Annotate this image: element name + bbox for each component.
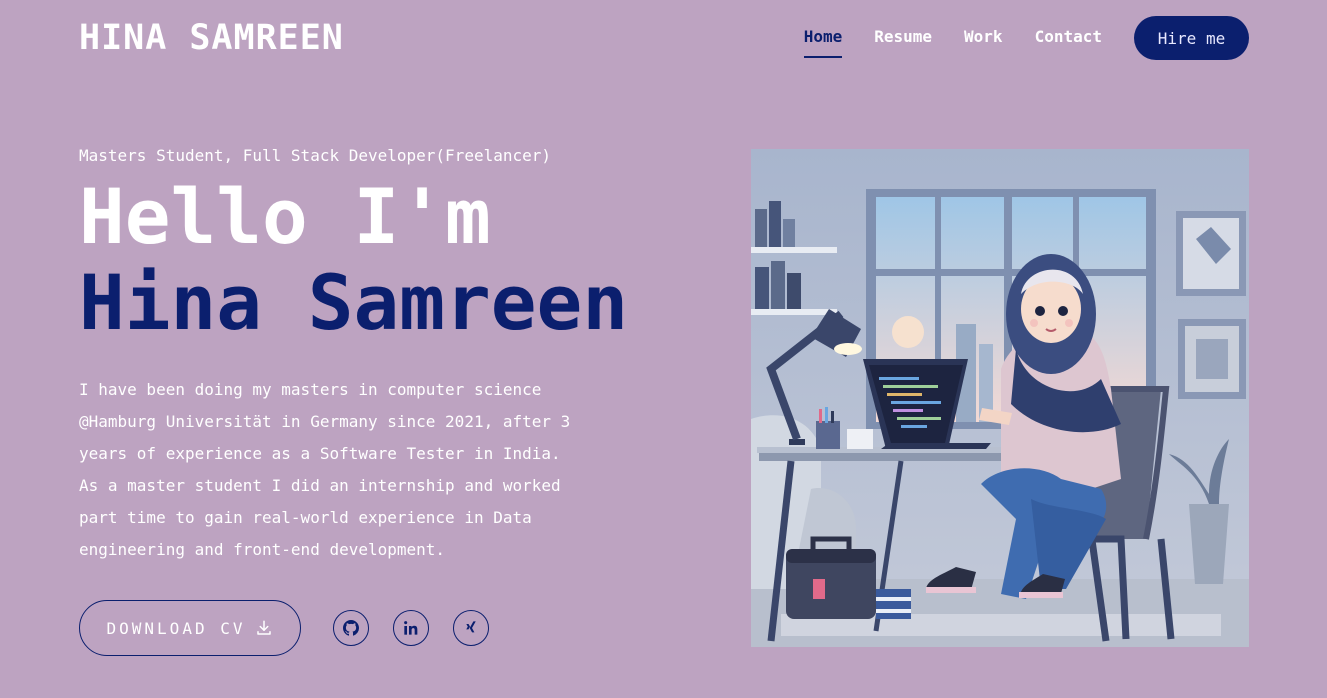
hero-actions: DOWNLOAD CV <box>79 600 489 656</box>
nav-contact[interactable]: Contact <box>1035 27 1102 50</box>
hero-greeting: Hello I'm <box>79 172 491 261</box>
hero-illustration <box>751 149 1249 647</box>
hero-subtitle: Masters Student, Full Stack Developer(Fr… <box>79 146 552 165</box>
nav-resume[interactable]: Resume <box>874 27 932 50</box>
nav-work[interactable]: Work <box>964 27 1003 50</box>
download-icon <box>257 620 272 635</box>
site-header: HINA SAMREEN Home Resume Work Contact Hi… <box>79 16 1249 60</box>
site-logo[interactable]: HINA SAMREEN <box>79 18 344 58</box>
xing-link[interactable] <box>453 610 489 646</box>
download-cv-label: DOWNLOAD CV <box>106 618 246 638</box>
xing-icon <box>466 621 476 633</box>
github-link[interactable] <box>333 610 369 646</box>
linkedin-icon <box>404 621 418 635</box>
main-nav: Home Resume Work Contact Hire me <box>803 16 1249 60</box>
linkedin-link[interactable] <box>393 610 429 646</box>
hero-heading: Hello I'm Hina Samreen <box>79 174 628 346</box>
hero-bio: I have been doing my masters in computer… <box>79 380 571 559</box>
nav-home[interactable]: Home <box>803 27 842 58</box>
hero-name: Hina Samreen <box>79 258 629 347</box>
download-cv-button[interactable]: DOWNLOAD CV <box>79 600 301 656</box>
hire-me-button[interactable]: Hire me <box>1134 16 1249 60</box>
github-icon <box>343 620 359 636</box>
